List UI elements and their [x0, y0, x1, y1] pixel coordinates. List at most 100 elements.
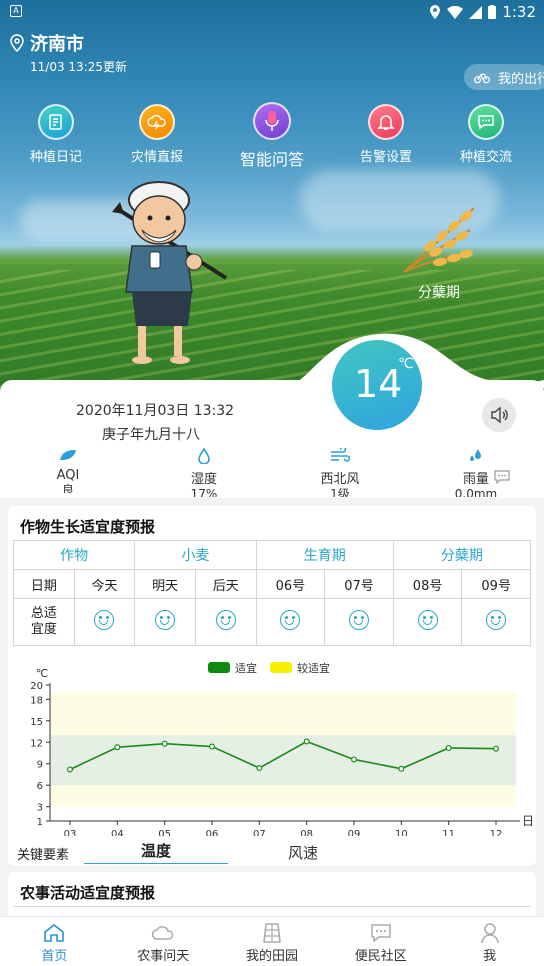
wheat-icon: [403, 207, 475, 273]
smile-icon: [215, 610, 236, 630]
data-point: [303, 738, 310, 745]
x-tick-label: 09: [348, 829, 361, 836]
crop-growth-panel: 作物生长适宜度预报 作物 小麦 生育期 分蘖期 日期 今天 明天 后天 06号 …: [8, 506, 536, 866]
status-time: 1:32: [502, 3, 536, 21]
x-tick-label: 08: [300, 829, 313, 836]
y-tick-label: 9: [37, 760, 43, 771]
nav-my-field[interactable]: 我的田园: [218, 917, 327, 966]
location-pin-icon: [10, 34, 24, 52]
weather-wind: 西北风 1级: [300, 446, 380, 497]
table-row: 总适 宜度: [13, 598, 531, 646]
app-root: { "status_bar": {"notification": "A", "t…: [0, 0, 544, 966]
legend-swatch: [270, 662, 292, 673]
user-icon: [480, 923, 499, 944]
smart-qa-button[interactable]: 智能问答: [222, 102, 322, 170]
top-feature-nav: 种植日记 灾情直报 智能问答 告警设置 种植交流: [0, 102, 544, 174]
suitability-cell: [461, 598, 531, 646]
home-icon: [44, 923, 65, 942]
stage-header-value: 分蘖期: [392, 540, 532, 570]
suitability-cell: [324, 598, 394, 646]
tab-wind-speed[interactable]: 风速: [278, 842, 328, 863]
table-row: 日期 今天 明天 后天 06号 07号 08号 09号: [13, 569, 531, 599]
data-point: [493, 745, 500, 752]
suitability-band: [50, 692, 516, 736]
smart-qa-label: 智能问答: [239, 150, 304, 169]
comment-icon[interactable]: [494, 470, 510, 484]
wind-icon: [331, 446, 351, 462]
nav-me[interactable]: 我: [435, 917, 544, 966]
bicycle-icon: [474, 73, 490, 83]
suitability-cell: [392, 598, 463, 646]
rain-value: 0.0mm: [454, 487, 498, 497]
suitability-cell: [134, 598, 196, 646]
tab-temperature[interactable]: 温度: [84, 840, 228, 864]
suitability-row-label: 总适 宜度: [13, 598, 75, 646]
key-factor-label: 关键要素: [17, 848, 70, 863]
current-date: 2020年11月03日 13:32: [76, 403, 235, 419]
status-bar: A 1:32: [0, 0, 544, 24]
temperature-value: 14: [354, 362, 403, 406]
temperature-circle: 14 ℃: [332, 340, 422, 430]
data-point: [66, 766, 73, 773]
nav-community-label: 便民社区: [354, 949, 407, 964]
farmer-mascot-illustration: [112, 181, 228, 364]
crop-panel-title: 作物生长适宜度预报: [20, 518, 156, 536]
weather-humidity: 湿度 17%: [164, 447, 244, 497]
day-cell: 09号: [461, 569, 531, 599]
data-point: [209, 743, 216, 750]
community-icon: [371, 924, 391, 943]
suit-label-line2: 宜度: [30, 622, 57, 637]
speaker-button[interactable]: [482, 398, 516, 432]
nav-home[interactable]: 首页: [0, 917, 109, 966]
x-tick-label: 10: [395, 829, 408, 836]
suitability-cell: [194, 598, 257, 646]
bottom-nav: 首页 农事问天 我的田园 便民社区 我: [0, 916, 544, 966]
disaster-report-button[interactable]: 灾情直报: [107, 104, 207, 165]
suitability-cell: [255, 598, 326, 646]
day-cell: 明天: [134, 569, 196, 599]
y-tick-label: 1: [37, 817, 43, 828]
my-trip-label: 我的出行: [497, 71, 544, 87]
nav-home-label: 首页: [41, 949, 68, 964]
diary-icon: [38, 104, 74, 140]
signal-icon: [469, 5, 483, 19]
wind-label: 西北风: [320, 472, 360, 487]
smile-icon: [348, 610, 369, 630]
temperature-unit: ℃: [398, 356, 414, 372]
nav-me-label: 我: [483, 949, 497, 964]
aqi-value: 良: [61, 483, 74, 493]
x-tick-label: 03: [64, 829, 77, 836]
day-cell: 06号: [255, 569, 326, 599]
planting-exchange-button[interactable]: 种植交流: [436, 104, 536, 165]
speaker-icon: [491, 406, 508, 424]
x-tick-label: 11: [442, 829, 455, 836]
nav-community[interactable]: 便民社区: [326, 917, 435, 966]
battery-icon: [488, 5, 497, 19]
wifi-icon: [447, 5, 464, 19]
legend-label: 较适宜: [297, 661, 330, 675]
smile-icon: [280, 610, 301, 630]
crop-header-value[interactable]: 小麦: [134, 540, 257, 570]
humidity-label: 湿度: [190, 472, 217, 487]
my-trip-button[interactable]: 我的出行: [464, 64, 544, 90]
y-tick-label: 15: [30, 717, 43, 728]
location-block[interactable]: 济南市 11/03 13:25更新: [10, 30, 127, 75]
stage-header-label: 生育期: [255, 540, 394, 570]
suitability-band: [50, 785, 516, 807]
chat-icon: [468, 104, 504, 140]
bell-icon: [368, 104, 404, 140]
data-point: [161, 740, 168, 747]
diary-label: 种植日记: [29, 150, 82, 165]
planting-exchange-label: 种植交流: [459, 150, 512, 165]
data-point: [398, 765, 405, 772]
activity-panel-title: 农事活动适宜度预报: [20, 884, 156, 902]
smile-icon: [486, 610, 507, 630]
cloud-icon: [151, 926, 174, 940]
drop-icon: [198, 447, 210, 465]
nav-weather[interactable]: 农事问天: [109, 917, 218, 966]
temperature-chart: 1 3 6 9 12 15 18 20 03 04 05 06 07 08 09 10 11 12 ℃ 日 适宜 较适宜: [30, 661, 534, 836]
location-status-icon: [430, 5, 441, 19]
diary-button[interactable]: 种植日记: [6, 104, 106, 165]
legend-swatch: [208, 662, 230, 673]
alarm-settings-button[interactable]: 告警设置: [336, 104, 436, 165]
